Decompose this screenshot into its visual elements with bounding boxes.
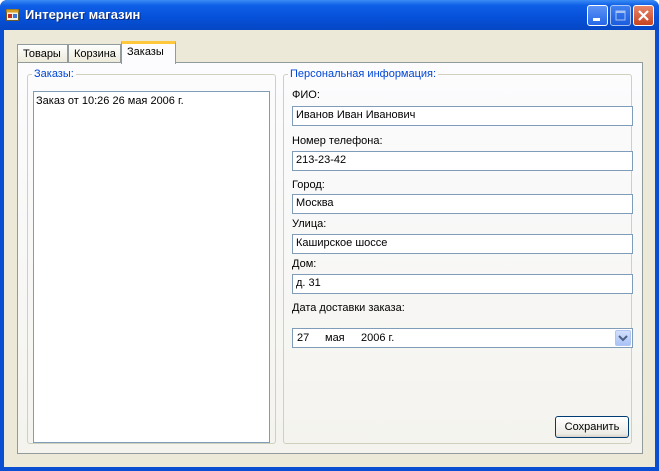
delivery-date-picker[interactable]: 27 мая 2006 г. [292, 328, 633, 348]
phone-label: Номер телефона: [292, 135, 383, 147]
street-field[interactable]: Каширское шоссе [292, 234, 633, 254]
close-icon [638, 10, 649, 21]
delivery-date-label: Дата доставки заказа: [292, 302, 405, 314]
maximize-icon [615, 10, 626, 21]
tab-orders[interactable]: Заказы [121, 41, 176, 64]
app-window-icon [6, 9, 19, 21]
tab-products[interactable]: Товары [17, 44, 68, 63]
house-label: Дом: [292, 258, 317, 270]
delivery-month[interactable]: мая [325, 332, 345, 344]
save-button[interactable]: Сохранить [555, 416, 629, 438]
personal-info-group: Персональная информация: ФИО: Иванов Ива… [283, 68, 633, 444]
name-field[interactable]: Иванов Иван Иванович [292, 106, 633, 126]
maximize-button[interactable] [610, 5, 631, 26]
window-title: Интернет магазин [25, 7, 141, 22]
date-dropdown-button[interactable] [615, 330, 631, 346]
orders-group-title: Заказы: [34, 68, 74, 80]
close-button[interactable] [633, 5, 654, 26]
delivery-day[interactable]: 27 [297, 332, 309, 344]
minimize-icon [593, 18, 600, 21]
personal-info-group-title: Персональная информация: [290, 68, 437, 80]
main-window: Интернет магазин Товары Корзина Заказы З… [0, 0, 659, 471]
orders-tab-page: Заказы: Заказ от 10:26 26 мая 2006 г. Пе… [17, 62, 643, 454]
title-bar[interactable]: Интернет магазин [0, 0, 659, 30]
house-field[interactable]: д. 31 [292, 274, 633, 294]
order-list-item[interactable]: Заказ от 10:26 26 мая 2006 г. [36, 95, 267, 107]
orders-listbox[interactable]: Заказ от 10:26 26 мая 2006 г. [33, 91, 270, 443]
name-label: ФИО: [292, 89, 320, 101]
delivery-year[interactable]: 2006 г. [361, 332, 394, 344]
city-label: Город: [292, 179, 325, 191]
phone-field[interactable]: 213-23-42 [292, 151, 633, 171]
client-area: Товары Корзина Заказы Заказы: Заказ от 1… [4, 30, 655, 467]
orders-group: Заказы: Заказ от 10:26 26 мая 2006 г. [27, 68, 276, 444]
street-label: Улица: [292, 218, 327, 230]
city-field[interactable]: Москва [292, 194, 633, 214]
tab-cart[interactable]: Корзина [68, 44, 121, 63]
chevron-down-icon [618, 335, 628, 342]
minimize-button[interactable] [587, 5, 608, 26]
